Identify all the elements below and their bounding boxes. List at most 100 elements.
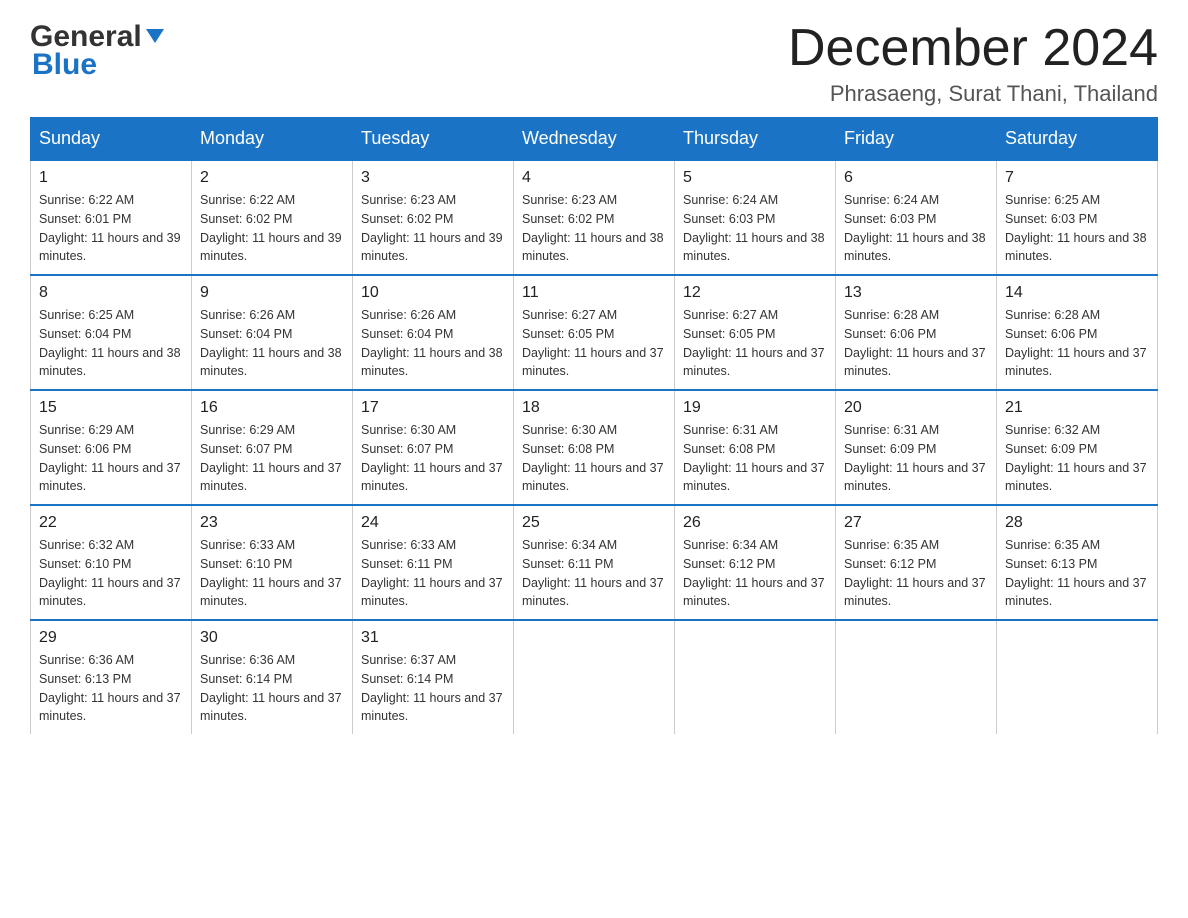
calendar-day-cell: 26 Sunrise: 6:34 AMSunset: 6:12 PMDaylig… <box>675 505 836 620</box>
calendar-day-cell: 21 Sunrise: 6:32 AMSunset: 6:09 PMDaylig… <box>997 390 1158 505</box>
calendar-week-row: 22 Sunrise: 6:32 AMSunset: 6:10 PMDaylig… <box>31 505 1158 620</box>
calendar-day-cell: 19 Sunrise: 6:31 AMSunset: 6:08 PMDaylig… <box>675 390 836 505</box>
day-info: Sunrise: 6:33 AMSunset: 6:11 PMDaylight:… <box>361 536 505 611</box>
calendar-day-cell <box>997 620 1158 734</box>
day-info: Sunrise: 6:23 AMSunset: 6:02 PMDaylight:… <box>522 191 666 266</box>
day-info: Sunrise: 6:22 AMSunset: 6:01 PMDaylight:… <box>39 191 183 266</box>
day-number: 27 <box>844 514 988 532</box>
day-number: 6 <box>844 169 988 187</box>
day-number: 21 <box>1005 399 1149 417</box>
day-number: 1 <box>39 169 183 187</box>
day-number: 25 <box>522 514 666 532</box>
calendar-day-header: Friday <box>836 118 997 161</box>
calendar-day-cell: 23 Sunrise: 6:33 AMSunset: 6:10 PMDaylig… <box>192 505 353 620</box>
calendar-day-cell: 29 Sunrise: 6:36 AMSunset: 6:13 PMDaylig… <box>31 620 192 734</box>
day-info: Sunrise: 6:37 AMSunset: 6:14 PMDaylight:… <box>361 651 505 726</box>
day-info: Sunrise: 6:34 AMSunset: 6:11 PMDaylight:… <box>522 536 666 611</box>
day-info: Sunrise: 6:34 AMSunset: 6:12 PMDaylight:… <box>683 536 827 611</box>
day-info: Sunrise: 6:29 AMSunset: 6:06 PMDaylight:… <box>39 421 183 496</box>
calendar-header-row: SundayMondayTuesdayWednesdayThursdayFrid… <box>31 118 1158 161</box>
day-number: 30 <box>200 629 344 647</box>
day-number: 16 <box>200 399 344 417</box>
day-number: 19 <box>683 399 827 417</box>
day-info: Sunrise: 6:36 AMSunset: 6:13 PMDaylight:… <box>39 651 183 726</box>
calendar-day-cell <box>836 620 997 734</box>
calendar-day-cell: 1 Sunrise: 6:22 AMSunset: 6:01 PMDayligh… <box>31 160 192 275</box>
calendar-day-cell: 12 Sunrise: 6:27 AMSunset: 6:05 PMDaylig… <box>675 275 836 390</box>
day-number: 12 <box>683 284 827 302</box>
day-info: Sunrise: 6:30 AMSunset: 6:08 PMDaylight:… <box>522 421 666 496</box>
day-info: Sunrise: 6:23 AMSunset: 6:02 PMDaylight:… <box>361 191 505 266</box>
day-number: 29 <box>39 629 183 647</box>
day-number: 11 <box>522 284 666 302</box>
calendar-day-cell: 16 Sunrise: 6:29 AMSunset: 6:07 PMDaylig… <box>192 390 353 505</box>
day-number: 2 <box>200 169 344 187</box>
day-info: Sunrise: 6:22 AMSunset: 6:02 PMDaylight:… <box>200 191 344 266</box>
day-number: 8 <box>39 284 183 302</box>
day-info: Sunrise: 6:25 AMSunset: 6:03 PMDaylight:… <box>1005 191 1149 266</box>
calendar-day-cell: 8 Sunrise: 6:25 AMSunset: 6:04 PMDayligh… <box>31 275 192 390</box>
day-info: Sunrise: 6:24 AMSunset: 6:03 PMDaylight:… <box>683 191 827 266</box>
calendar-day-cell: 18 Sunrise: 6:30 AMSunset: 6:08 PMDaylig… <box>514 390 675 505</box>
calendar-day-cell: 3 Sunrise: 6:23 AMSunset: 6:02 PMDayligh… <box>353 160 514 275</box>
day-info: Sunrise: 6:28 AMSunset: 6:06 PMDaylight:… <box>844 306 988 381</box>
day-number: 4 <box>522 169 666 187</box>
day-info: Sunrise: 6:35 AMSunset: 6:12 PMDaylight:… <box>844 536 988 611</box>
logo: General Blue <box>30 20 166 82</box>
day-info: Sunrise: 6:24 AMSunset: 6:03 PMDaylight:… <box>844 191 988 266</box>
calendar-day-cell: 25 Sunrise: 6:34 AMSunset: 6:11 PMDaylig… <box>514 505 675 620</box>
calendar-day-cell: 9 Sunrise: 6:26 AMSunset: 6:04 PMDayligh… <box>192 275 353 390</box>
calendar-day-cell: 2 Sunrise: 6:22 AMSunset: 6:02 PMDayligh… <box>192 160 353 275</box>
page-title: December 2024 <box>788 20 1158 77</box>
day-number: 28 <box>1005 514 1149 532</box>
calendar-day-cell: 7 Sunrise: 6:25 AMSunset: 6:03 PMDayligh… <box>997 160 1158 275</box>
day-info: Sunrise: 6:25 AMSunset: 6:04 PMDaylight:… <box>39 306 183 381</box>
calendar-day-header: Thursday <box>675 118 836 161</box>
day-number: 20 <box>844 399 988 417</box>
logo-arrow-icon <box>144 25 166 47</box>
calendar-day-cell: 24 Sunrise: 6:33 AMSunset: 6:11 PMDaylig… <box>353 505 514 620</box>
day-info: Sunrise: 6:26 AMSunset: 6:04 PMDaylight:… <box>200 306 344 381</box>
day-info: Sunrise: 6:35 AMSunset: 6:13 PMDaylight:… <box>1005 536 1149 611</box>
day-info: Sunrise: 6:29 AMSunset: 6:07 PMDaylight:… <box>200 421 344 496</box>
calendar-day-header: Wednesday <box>514 118 675 161</box>
calendar-day-header: Saturday <box>997 118 1158 161</box>
day-number: 22 <box>39 514 183 532</box>
day-number: 9 <box>200 284 344 302</box>
day-info: Sunrise: 6:26 AMSunset: 6:04 PMDaylight:… <box>361 306 505 381</box>
page-header: General Blue December 2024 Phrasaeng, Su… <box>30 20 1158 107</box>
calendar-day-cell: 15 Sunrise: 6:29 AMSunset: 6:06 PMDaylig… <box>31 390 192 505</box>
calendar-day-cell: 28 Sunrise: 6:35 AMSunset: 6:13 PMDaylig… <box>997 505 1158 620</box>
day-number: 17 <box>361 399 505 417</box>
day-number: 14 <box>1005 284 1149 302</box>
title-block: December 2024 Phrasaeng, Surat Thani, Th… <box>788 20 1158 107</box>
day-info: Sunrise: 6:31 AMSunset: 6:09 PMDaylight:… <box>844 421 988 496</box>
calendar-day-cell: 5 Sunrise: 6:24 AMSunset: 6:03 PMDayligh… <box>675 160 836 275</box>
calendar-week-row: 15 Sunrise: 6:29 AMSunset: 6:06 PMDaylig… <box>31 390 1158 505</box>
calendar-day-cell: 20 Sunrise: 6:31 AMSunset: 6:09 PMDaylig… <box>836 390 997 505</box>
calendar-day-cell: 31 Sunrise: 6:37 AMSunset: 6:14 PMDaylig… <box>353 620 514 734</box>
day-number: 24 <box>361 514 505 532</box>
day-info: Sunrise: 6:30 AMSunset: 6:07 PMDaylight:… <box>361 421 505 496</box>
day-info: Sunrise: 6:27 AMSunset: 6:05 PMDaylight:… <box>522 306 666 381</box>
calendar-day-cell: 10 Sunrise: 6:26 AMSunset: 6:04 PMDaylig… <box>353 275 514 390</box>
day-info: Sunrise: 6:32 AMSunset: 6:10 PMDaylight:… <box>39 536 183 611</box>
calendar-day-header: Monday <box>192 118 353 161</box>
calendar-day-cell <box>514 620 675 734</box>
calendar-day-header: Tuesday <box>353 118 514 161</box>
calendar-day-cell: 27 Sunrise: 6:35 AMSunset: 6:12 PMDaylig… <box>836 505 997 620</box>
calendar-day-cell: 4 Sunrise: 6:23 AMSunset: 6:02 PMDayligh… <box>514 160 675 275</box>
day-info: Sunrise: 6:36 AMSunset: 6:14 PMDaylight:… <box>200 651 344 726</box>
calendar-day-cell: 6 Sunrise: 6:24 AMSunset: 6:03 PMDayligh… <box>836 160 997 275</box>
day-info: Sunrise: 6:32 AMSunset: 6:09 PMDaylight:… <box>1005 421 1149 496</box>
day-number: 5 <box>683 169 827 187</box>
calendar-day-cell: 11 Sunrise: 6:27 AMSunset: 6:05 PMDaylig… <box>514 275 675 390</box>
calendar-week-row: 1 Sunrise: 6:22 AMSunset: 6:01 PMDayligh… <box>31 160 1158 275</box>
day-info: Sunrise: 6:31 AMSunset: 6:08 PMDaylight:… <box>683 421 827 496</box>
day-number: 13 <box>844 284 988 302</box>
day-number: 18 <box>522 399 666 417</box>
calendar-table: SundayMondayTuesdayWednesdayThursdayFrid… <box>30 117 1158 734</box>
day-number: 26 <box>683 514 827 532</box>
calendar-week-row: 8 Sunrise: 6:25 AMSunset: 6:04 PMDayligh… <box>31 275 1158 390</box>
day-number: 31 <box>361 629 505 647</box>
